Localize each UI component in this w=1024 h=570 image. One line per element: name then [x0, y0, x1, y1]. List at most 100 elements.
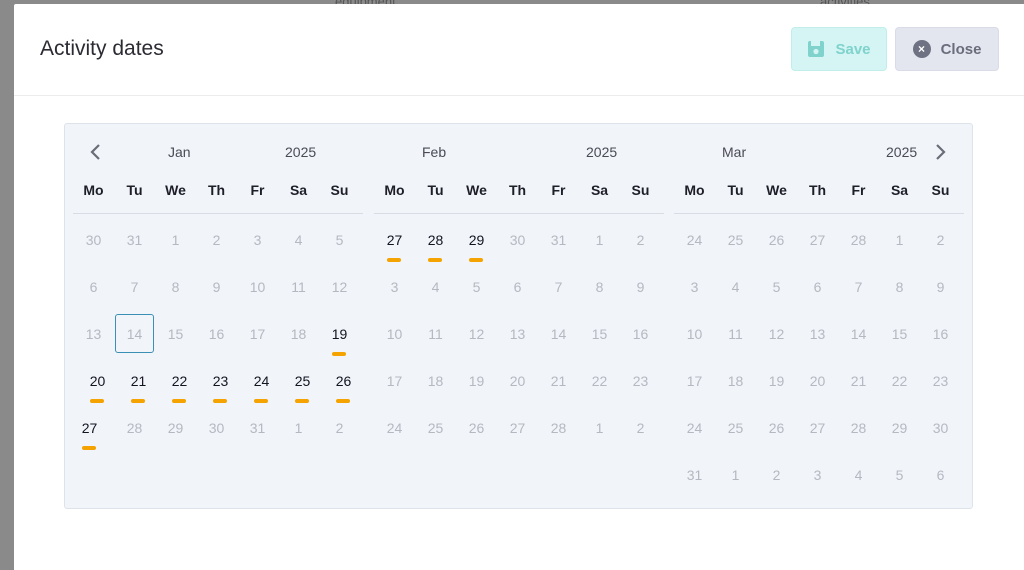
day-cell[interactable]: 11 [415, 326, 456, 342]
month-name[interactable]: Feb [422, 144, 446, 160]
day-cell[interactable]: 23 [920, 373, 961, 389]
day-cell[interactable]: 15 [879, 326, 920, 342]
day-cell[interactable]: 20 [797, 373, 838, 389]
day-cell[interactable]: 16 [620, 326, 661, 342]
day-cell[interactable]: 27 [797, 420, 838, 436]
day-cell[interactable]: 17 [674, 373, 715, 389]
day-cell[interactable]: 27 [797, 232, 838, 248]
day-cell[interactable]: 24 [674, 232, 715, 248]
day-cell-marked[interactable]: 24 [241, 373, 282, 389]
day-cell[interactable]: 26 [456, 420, 497, 436]
day-cell[interactable]: 10 [237, 279, 278, 295]
day-cell[interactable]: 2 [620, 232, 661, 248]
day-cell-marked[interactable]: 27 [69, 420, 110, 436]
day-cell[interactable]: 2 [756, 467, 797, 483]
day-cell[interactable]: 6 [497, 279, 538, 295]
day-cell[interactable]: 22 [879, 373, 920, 389]
day-cell[interactable]: 30 [73, 232, 114, 248]
day-cell-marked[interactable]: 21 [118, 373, 159, 389]
day-cell[interactable]: 28 [838, 420, 879, 436]
day-cell[interactable]: 5 [756, 279, 797, 295]
day-cell-marked[interactable]: 20 [77, 373, 118, 389]
day-cell[interactable]: 7 [114, 279, 155, 295]
day-cell[interactable]: 15 [155, 326, 196, 342]
save-button[interactable]: Save [791, 27, 887, 71]
day-cell[interactable]: 9 [196, 279, 237, 295]
day-cell-marked[interactable]: 27 [374, 232, 415, 248]
day-cell-marked[interactable]: 25 [282, 373, 323, 389]
day-cell[interactable]: 31 [237, 420, 278, 436]
day-cell[interactable]: 14 [838, 326, 879, 342]
month-year[interactable]: 2025 [285, 144, 316, 160]
prev-month-button[interactable] [89, 142, 103, 165]
day-cell[interactable]: 4 [278, 232, 319, 248]
day-cell[interactable]: 17 [374, 373, 415, 389]
day-cell[interactable]: 20 [497, 373, 538, 389]
day-cell[interactable]: 23 [620, 373, 661, 389]
day-cell[interactable]: 8 [579, 279, 620, 295]
day-cell[interactable]: 2 [920, 232, 961, 248]
day-cell[interactable]: 6 [920, 467, 961, 483]
day-cell[interactable]: 6 [73, 279, 114, 295]
month-name[interactable]: Mar [722, 144, 746, 160]
day-cell[interactable]: 25 [715, 232, 756, 248]
day-cell[interactable]: 6 [797, 279, 838, 295]
day-cell[interactable]: 16 [920, 326, 961, 342]
day-cell[interactable]: 19 [756, 373, 797, 389]
day-cell[interactable]: 31 [114, 232, 155, 248]
day-cell[interactable]: 1 [879, 232, 920, 248]
day-cell[interactable]: 2 [319, 420, 360, 436]
day-cell[interactable]: 1 [278, 420, 319, 436]
day-cell[interactable]: 2 [196, 232, 237, 248]
day-cell[interactable]: 3 [674, 279, 715, 295]
day-cell[interactable]: 22 [579, 373, 620, 389]
day-cell[interactable]: 28 [114, 420, 155, 436]
day-cell-marked[interactable]: 23 [200, 373, 241, 389]
day-cell[interactable]: 24 [374, 420, 415, 436]
day-cell[interactable]: 18 [278, 326, 319, 342]
day-cell[interactable]: 18 [415, 373, 456, 389]
day-cell[interactable]: 19 [456, 373, 497, 389]
day-cell[interactable]: 1 [715, 467, 756, 483]
day-cell[interactable]: 31 [674, 467, 715, 483]
day-cell[interactable]: 30 [497, 232, 538, 248]
day-cell[interactable]: 4 [415, 279, 456, 295]
day-cell[interactable]: 30 [196, 420, 237, 436]
day-cell[interactable]: 28 [838, 232, 879, 248]
day-cell[interactable]: 24 [674, 420, 715, 436]
day-cell[interactable]: 11 [278, 279, 319, 295]
day-cell[interactable]: 8 [879, 279, 920, 295]
close-button[interactable]: × Close [895, 27, 999, 71]
day-cell[interactable]: 1 [155, 232, 196, 248]
day-cell[interactable]: 13 [797, 326, 838, 342]
day-cell[interactable]: 29 [155, 420, 196, 436]
day-cell[interactable]: 1 [579, 232, 620, 248]
day-cell[interactable]: 5 [879, 467, 920, 483]
day-cell[interactable]: 21 [838, 373, 879, 389]
day-cell[interactable]: 27 [497, 420, 538, 436]
day-cell[interactable]: 10 [374, 326, 415, 342]
day-cell[interactable]: 13 [73, 326, 114, 342]
day-cell[interactable]: 9 [920, 279, 961, 295]
day-cell[interactable]: 3 [797, 467, 838, 483]
day-cell-marked[interactable]: 29 [456, 232, 497, 248]
day-cell[interactable]: 13 [497, 326, 538, 342]
day-cell[interactable]: 7 [538, 279, 579, 295]
day-cell[interactable]: 12 [319, 279, 360, 295]
day-cell[interactable]: 3 [237, 232, 278, 248]
day-cell[interactable]: 8 [155, 279, 196, 295]
day-cell[interactable]: 15 [579, 326, 620, 342]
day-cell[interactable]: 7 [838, 279, 879, 295]
day-cell[interactable]: 5 [319, 232, 360, 248]
day-cell[interactable]: 26 [756, 420, 797, 436]
day-cell[interactable]: 10 [674, 326, 715, 342]
day-cell[interactable]: 12 [456, 326, 497, 342]
day-cell[interactable]: 17 [237, 326, 278, 342]
day-cell[interactable]: 28 [538, 420, 579, 436]
day-cell[interactable]: 11 [715, 326, 756, 342]
day-cell-marked[interactable]: 26 [323, 373, 364, 389]
month-name[interactable]: Jan [168, 144, 191, 160]
day-cell[interactable]: 2 [620, 420, 661, 436]
day-cell[interactable]: 21 [538, 373, 579, 389]
day-cell[interactable]: 14 [538, 326, 579, 342]
